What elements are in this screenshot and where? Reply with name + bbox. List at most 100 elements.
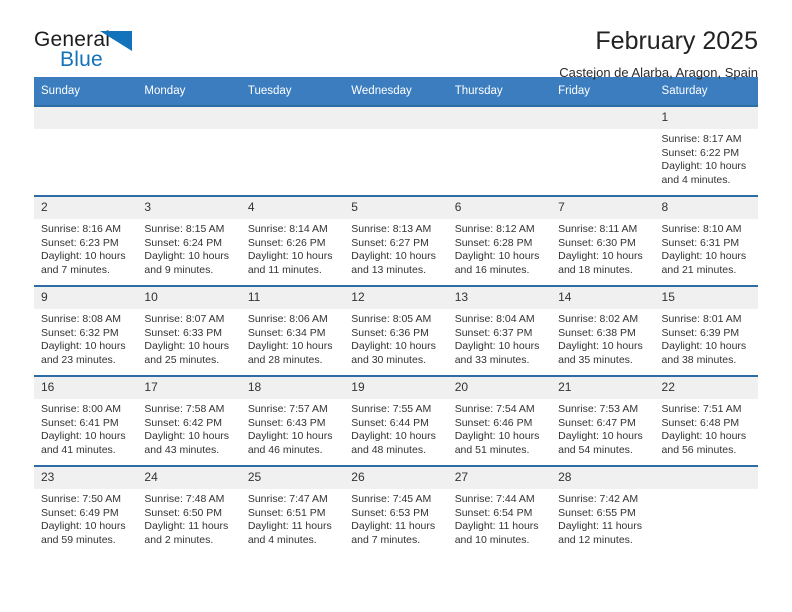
day-number: 26 [344, 467, 448, 489]
day-details: Sunrise: 7:53 AM Sunset: 6:47 PM Daylight:… [551, 399, 654, 457]
sunset-text: Sunset: 6:26 PM [247, 236, 326, 249]
day-details: Sunrise: 7:55 AM Sunset: 6:44 PM Daylight:… [344, 399, 447, 457]
sunrise-text: Sunrise: 7:47 AM [247, 493, 328, 505]
calendar-day-cell-empty [551, 105, 655, 196]
calendar-day-cell[interactable]: 26 Sunrise: 7:45 AM Sunset: 6:53 PM Dayligh… [344, 465, 448, 555]
calendar-day-cell[interactable]: 1 Sunrise: 8:17 AM Sunset: 6:22 PM Daylight… [654, 105, 758, 196]
day-details: Sunrise: 7:54 AM Sunset: 6:46 PM Daylight:… [448, 399, 551, 457]
calendar-day-cell[interactable]: 6 Sunrise: 8:12 AM Sunset: 6:28 PM Daylight… [447, 195, 552, 286]
calendar-day-cell[interactable]: 14 Sunrise: 8:02 AM Sunset: 6:38 PM Dayligh… [551, 285, 655, 376]
calendar-day-cell[interactable]: 19 Sunrise: 7:55 AM Sunset: 6:44 PM Dayligh… [344, 375, 448, 466]
sunrise-text: Sunrise: 8:14 AM [247, 223, 328, 235]
calendar-day-cell[interactable]: 5 Sunrise: 8:13 AM Sunset: 6:27 PM Daylight… [344, 195, 448, 286]
daylight-text: Daylight: 10 hours and 43 minutes. [144, 430, 230, 456]
sunset-text: Sunset: 6:28 PM [454, 236, 533, 249]
calendar-day-cell[interactable]: 27 Sunrise: 7:44 AM Sunset: 6:54 PM Dayligh… [447, 465, 552, 555]
daylight-text: Daylight: 10 hours and 46 minutes. [247, 430, 333, 456]
calendar-day-cell[interactable]: 16 Sunrise: 8:00 AM Sunset: 6:41 PM Dayligh… [34, 375, 138, 466]
calendar-day-cell-empty [240, 105, 345, 196]
day-number: 17 [137, 377, 241, 399]
sunrise-text: Sunrise: 7:53 AM [558, 403, 639, 415]
daylight-text: Daylight: 11 hours and 12 minutes. [558, 520, 642, 546]
daylight-text: Daylight: 10 hours and 18 minutes. [558, 250, 643, 276]
sunset-text: Sunset: 6:24 PM [144, 236, 223, 249]
calendar-table: Sunday Monday Tuesday Wednesday Thursday Frid… [34, 77, 758, 555]
day-number: 27 [447, 467, 552, 489]
sunrise-text: Sunrise: 8:17 AM [661, 133, 742, 145]
sunset-text: Sunset: 6:23 PM [41, 236, 119, 249]
sunset-text: Sunset: 6:48 PM [661, 416, 740, 429]
day-details: Sunrise: 8:06 AM Sunset: 6:34 PM Daylight:… [241, 309, 344, 367]
day-number: 4 [240, 197, 345, 219]
daylight-text: Daylight: 10 hours and 28 minutes. [247, 340, 333, 366]
calendar-day-cell[interactable]: 20 Sunrise: 7:54 AM Sunset: 6:46 PM Dayligh… [447, 375, 552, 466]
sunset-text: Sunset: 6:22 PM [661, 146, 740, 159]
sunrise-text: Sunrise: 7:57 AM [247, 403, 328, 415]
day-details: Sunrise: 7:45 AM Sunset: 6:53 PM Daylight:… [344, 489, 447, 547]
sunrise-text: Sunrise: 8:02 AM [558, 313, 639, 325]
calendar-day-cell[interactable]: 25 Sunrise: 7:47 AM Sunset: 6:51 PM Dayligh… [240, 465, 345, 555]
daylight-text: Daylight: 10 hours and 25 minutes. [144, 340, 230, 366]
daylight-text: Daylight: 10 hours and 13 minutes. [351, 250, 436, 276]
sunset-text: Sunset: 6:46 PM [454, 416, 533, 429]
day-number: 8 [654, 197, 758, 219]
calendar-day-cell[interactable]: 15 Sunrise: 8:01 AM Sunset: 6:39 PM Dayligh… [654, 285, 758, 376]
day-number [34, 107, 138, 129]
calendar-week-row: 2 Sunrise: 8:16 AM Sunset: 6:23 PM Daylight… [34, 195, 758, 286]
sunrise-text: Sunrise: 8:07 AM [144, 313, 225, 325]
calendar-day-cell[interactable]: 12 Sunrise: 8:05 AM Sunset: 6:36 PM Dayligh… [344, 285, 448, 376]
calendar-day-cell[interactable]: 22 Sunrise: 7:51 AM Sunset: 6:48 PM Dayligh… [654, 375, 758, 466]
brand-name-blue: Blue [60, 48, 103, 71]
calendar-day-cell[interactable]: 24 Sunrise: 7:48 AM Sunset: 6:50 PM Dayligh… [137, 465, 241, 555]
daylight-text: Daylight: 10 hours and 9 minutes. [144, 250, 230, 276]
calendar-day-cell[interactable]: 4 Sunrise: 8:14 AM Sunset: 6:26 PM Daylight… [240, 195, 345, 286]
calendar-day-cell[interactable]: 11 Sunrise: 8:06 AM Sunset: 6:34 PM Dayligh… [240, 285, 345, 376]
calendar-day-cell[interactable]: 3 Sunrise: 8:15 AM Sunset: 6:24 PM Daylight… [137, 195, 241, 286]
daylight-text: Daylight: 10 hours and 51 minutes. [454, 430, 540, 456]
day-details: Sunrise: 8:00 AM Sunset: 6:41 PM Daylight:… [34, 399, 137, 457]
calendar-day-cell[interactable]: 17 Sunrise: 7:58 AM Sunset: 6:42 PM Dayligh… [137, 375, 241, 466]
sunrise-text: Sunrise: 8:15 AM [144, 223, 225, 235]
daylight-text: Daylight: 10 hours and 54 minutes. [558, 430, 643, 456]
page-subtitle: Castejon de Alarba, Aragon, Spain [559, 65, 758, 80]
day-details: Sunrise: 8:04 AM Sunset: 6:37 PM Daylight:… [448, 309, 551, 367]
brand-logo[interactable]: General Blue [34, 26, 164, 78]
calendar-day-cell-empty [447, 105, 552, 196]
calendar-day-cell[interactable]: 8 Sunrise: 8:10 AM Sunset: 6:31 PM Daylight… [654, 195, 758, 286]
day-number: 16 [34, 377, 138, 399]
day-number: 23 [34, 467, 138, 489]
calendar-day-cell[interactable]: 18 Sunrise: 7:57 AM Sunset: 6:43 PM Dayligh… [240, 375, 345, 466]
daylight-text: Daylight: 10 hours and 59 minutes. [41, 520, 126, 546]
day-details: Sunrise: 8:08 AM Sunset: 6:32 PM Daylight:… [34, 309, 137, 367]
calendar-day-cell[interactable]: 21 Sunrise: 7:53 AM Sunset: 6:47 PM Dayligh… [551, 375, 655, 466]
calendar-day-cell[interactable]: 7 Sunrise: 8:11 AM Sunset: 6:30 PM Daylight… [551, 195, 655, 286]
day-details: Sunrise: 7:57 AM Sunset: 6:43 PM Daylight:… [241, 399, 344, 457]
calendar-day-cell[interactable]: 10 Sunrise: 8:07 AM Sunset: 6:33 PM Dayligh… [137, 285, 241, 376]
day-number: 6 [447, 197, 552, 219]
day-details: Sunrise: 8:11 AM Sunset: 6:30 PM Daylight:… [551, 219, 654, 277]
calendar-day-cell[interactable]: 2 Sunrise: 8:16 AM Sunset: 6:23 PM Daylight… [34, 195, 138, 286]
daylight-text: Daylight: 10 hours and 4 minutes. [661, 160, 747, 186]
daylight-text: Daylight: 11 hours and 2 minutes. [144, 520, 229, 546]
day-number: 12 [344, 287, 448, 309]
day-details: Sunrise: 7:50 AM Sunset: 6:49 PM Daylight:… [34, 489, 137, 547]
sunrise-text: Sunrise: 8:13 AM [351, 223, 432, 235]
day-number: 2 [34, 197, 138, 219]
day-details: Sunrise: 7:58 AM Sunset: 6:42 PM Daylight:… [137, 399, 240, 457]
day-details: Sunrise: 7:48 AM Sunset: 6:50 PM Daylight:… [137, 489, 240, 547]
daylight-text: Daylight: 10 hours and 7 minutes. [41, 250, 126, 276]
sunrise-text: Sunrise: 8:11 AM [558, 223, 638, 235]
daylight-text: Daylight: 10 hours and 30 minutes. [351, 340, 436, 366]
sunrise-text: Sunrise: 7:55 AM [351, 403, 432, 415]
calendar-day-cell[interactable]: 28 Sunrise: 7:42 AM Sunset: 6:55 PM Dayligh… [551, 465, 655, 555]
calendar-day-cell[interactable]: 9 Sunrise: 8:08 AM Sunset: 6:32 PM Daylight… [34, 285, 138, 376]
sunset-text: Sunset: 6:42 PM [144, 416, 223, 429]
day-number: 3 [137, 197, 241, 219]
sunset-text: Sunset: 6:31 PM [661, 236, 740, 249]
title-block: February 2025 Castejon de Alarba, Aragon… [559, 26, 758, 82]
sunset-text: Sunset: 6:33 PM [144, 326, 223, 339]
calendar-day-cell[interactable]: 13 Sunrise: 8:04 AM Sunset: 6:37 PM Dayligh… [447, 285, 552, 376]
day-details: Sunrise: 8:02 AM Sunset: 6:38 PM Daylight:… [551, 309, 654, 367]
sunrise-text: Sunrise: 8:04 AM [454, 313, 535, 325]
calendar-day-cell[interactable]: 23 Sunrise: 7:50 AM Sunset: 6:49 PM Dayligh… [34, 465, 138, 555]
